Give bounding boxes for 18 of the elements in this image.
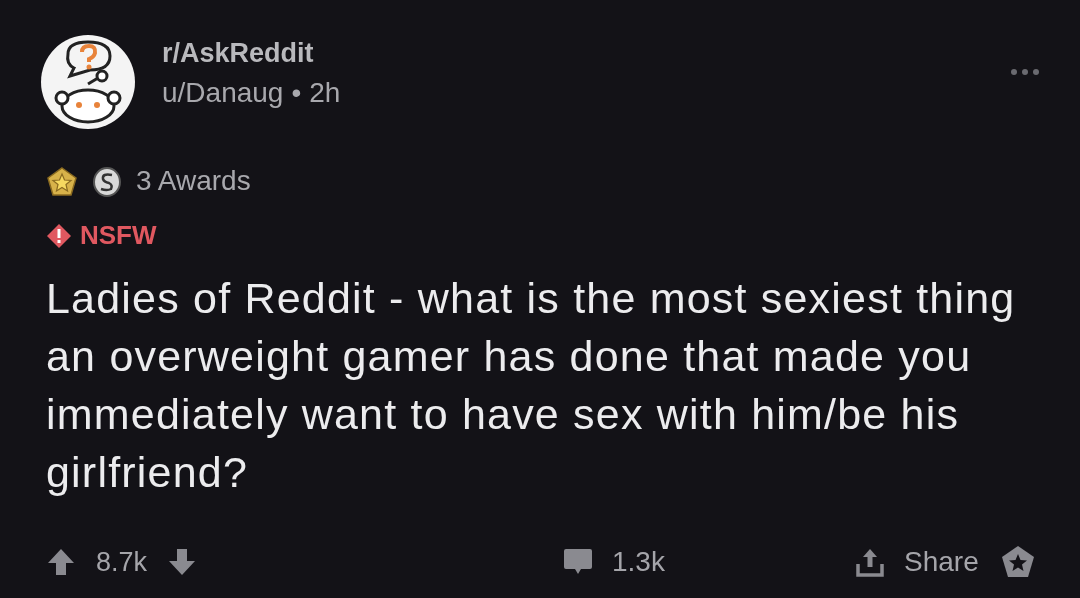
nsfw-label: NSFW: [80, 220, 157, 251]
upvote-arrow-icon[interactable]: [46, 547, 76, 577]
separator-dot: •: [291, 77, 302, 109]
warning-diamond-icon: [46, 222, 72, 249]
subreddit-name[interactable]: r/AskReddit: [162, 38, 984, 69]
vote-count: 8.7k: [96, 546, 148, 578]
more-options-icon[interactable]: [1010, 68, 1040, 76]
awards-count[interactable]: 3 Awards: [136, 165, 251, 197]
comments-button[interactable]: 1.3k: [562, 546, 854, 578]
award-star-icon[interactable]: [1000, 544, 1036, 580]
post-title[interactable]: Ladies of Reddit - what is the most sexiest thing an overweight gamer has done that made you immediately want to have sex with him/be his girlfriend?: [46, 269, 1031, 501]
star-award-icon: [46, 164, 78, 198]
coin-award-icon: [92, 165, 122, 197]
author-name[interactable]: u/Danaug: [162, 77, 284, 109]
post-age: 2h: [309, 77, 341, 109]
subreddit-avatar-icon[interactable]: [40, 34, 136, 130]
share-button[interactable]: Share: [854, 546, 979, 578]
downvote-arrow-icon[interactable]: [167, 547, 198, 577]
